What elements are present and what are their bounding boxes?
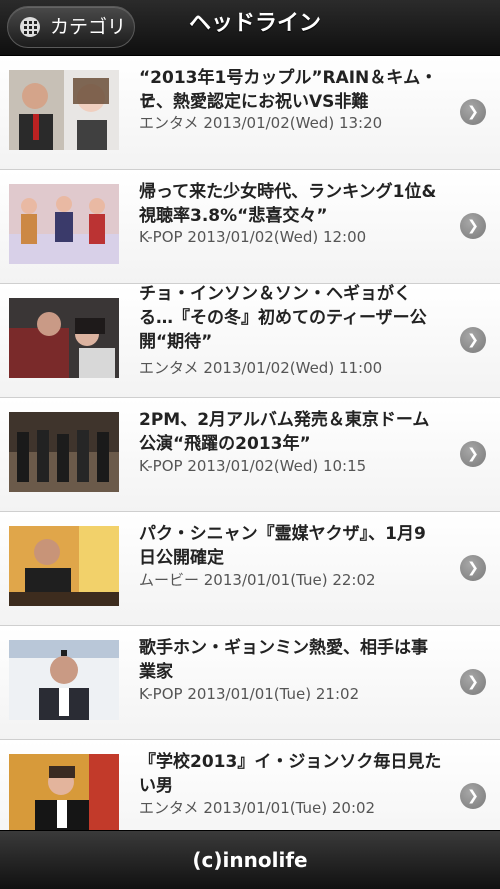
news-thumbnail <box>9 640 119 720</box>
news-title-line: い男 <box>139 776 173 796</box>
category-button[interactable]: カテゴリ <box>7 6 135 48</box>
news-thumbnail <box>9 298 119 378</box>
news-meta: K-POP 2013/01/02(Wed) 10:15 <box>139 457 367 475</box>
copyright-text: (c)innolife <box>192 848 308 872</box>
chevron-right-icon[interactable]: ❯ <box>460 327 486 353</box>
page-title: ヘッドライン <box>188 11 321 36</box>
footer-bar: (c)innolife <box>0 830 500 889</box>
news-title-line: 帰って来た少女時代、ランキング1位& <box>139 182 437 202</box>
news-list-item[interactable]: 2PM、2月アルバム発売＆東京ドーム 公演“飛躍の2013年” K-POP 20… <box>0 399 500 512</box>
headline-list[interactable]: “2013年1号カップル”RAIN＆キム・テ ヒ、熱愛認定にお祝いVS非難 エン… <box>0 57 500 830</box>
news-thumbnail <box>9 754 119 830</box>
chevron-right-icon[interactable]: ❯ <box>460 555 486 581</box>
news-meta: エンタメ 2013/01/01(Tue) 20:02 <box>139 799 376 817</box>
news-thumbnail <box>9 184 119 264</box>
news-title-line: 2PM、2月アルバム発売＆東京ドーム <box>139 410 430 430</box>
top-bar: カテゴリ ヘッドライン <box>0 0 500 56</box>
news-title-line: 開“期待” <box>139 332 213 352</box>
news-title-line: 視聴率3.8%“悲喜交々” <box>139 206 328 226</box>
news-thumbnail <box>9 412 119 492</box>
chevron-right-icon[interactable]: ❯ <box>460 99 486 125</box>
chevron-right-icon[interactable]: ❯ <box>460 441 486 467</box>
news-title-line: 『学校2013』イ・ジョンソク毎日見た <box>139 752 442 772</box>
news-title-line: 日公開確定 <box>139 548 224 568</box>
news-title-line: ヒ、熱愛認定にお祝いVS非難 <box>139 92 369 112</box>
news-meta: エンタメ 2013/01/02(Wed) 11:00 <box>139 359 383 377</box>
news-title-line: チョ・インソン＆ソン・ヘギョがく <box>139 284 411 304</box>
news-meta: エンタメ 2013/01/02(Wed) 13:20 <box>139 114 383 132</box>
news-title-line: る…『その冬』初めてのティーザー公 <box>139 308 427 328</box>
news-title-line: パク・シニャン『霊媒ヤクザ』、1月9 <box>139 524 426 544</box>
news-meta: K-POP 2013/01/01(Tue) 21:02 <box>139 685 360 703</box>
news-thumbnail <box>9 526 119 606</box>
news-list-item[interactable]: 『学校2013』イ・ジョンソク毎日見た い男 エンタメ 2013/01/01(T… <box>0 741 500 830</box>
news-list-item[interactable]: チョ・インソン＆ソン・ヘギョがく る…『その冬』初めてのティーザー公 開“期待”… <box>0 284 500 398</box>
news-thumbnail <box>9 70 119 150</box>
news-meta: ムービー 2013/01/01(Tue) 22:02 <box>139 571 376 589</box>
news-list-item[interactable]: パク・シニャン『霊媒ヤクザ』、1月9 日公開確定 ムービー 2013/01/01… <box>0 513 500 626</box>
chevron-right-icon[interactable]: ❯ <box>460 669 486 695</box>
news-title-line: 公演“飛躍の2013年” <box>139 434 311 454</box>
news-list-item[interactable]: “2013年1号カップル”RAIN＆キム・テ ヒ、熱愛認定にお祝いVS非難 エン… <box>0 57 500 170</box>
news-title-line: 業家 <box>139 662 173 682</box>
news-meta: K-POP 2013/01/02(Wed) 12:00 <box>139 228 367 246</box>
grid-icon <box>20 17 40 37</box>
chevron-right-icon[interactable]: ❯ <box>460 783 486 809</box>
news-list-item[interactable]: 帰って来た少女時代、ランキング1位& 視聴率3.8%“悲喜交々” K-POP 2… <box>0 171 500 284</box>
chevron-right-icon[interactable]: ❯ <box>460 213 486 239</box>
news-title-line: 歌手ホン・ギョンミン熱愛、相手は事 <box>139 638 428 658</box>
category-button-label: カテゴリ <box>50 16 127 38</box>
news-list-item[interactable]: 歌手ホン・ギョンミン熱愛、相手は事 業家 K-POP 2013/01/01(Tu… <box>0 627 500 740</box>
